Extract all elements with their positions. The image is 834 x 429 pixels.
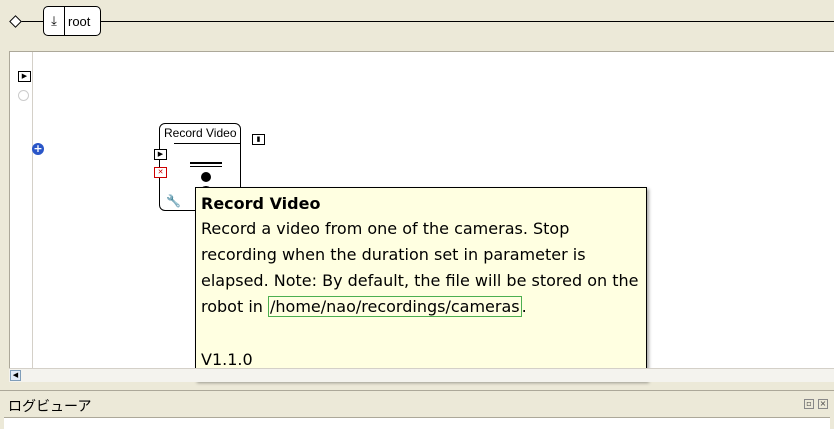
- path-bar: ⤓ root: [0, 0, 834, 46]
- download-arrow-icon: ⤓: [44, 7, 65, 35]
- breadcrumb-root[interactable]: ⤓ root: [43, 6, 101, 36]
- tooltip-title: Record Video: [201, 194, 321, 213]
- box-start-input-icon[interactable]: ▶: [154, 149, 167, 160]
- close-panel-icon[interactable]: ×: [818, 399, 828, 409]
- path-line: [18, 21, 834, 22]
- root-diamond-icon[interactable]: [9, 15, 22, 28]
- breadcrumb-root-label: root: [68, 13, 91, 29]
- log-panel-title: ログビューア: [8, 398, 92, 414]
- log-content: [4, 417, 830, 429]
- box-title-separator: [174, 143, 240, 144]
- box-output-icon[interactable]: ▮: [252, 134, 265, 145]
- start-input-icon[interactable]: ▶: [18, 71, 31, 82]
- wrench-icon[interactable]: 🔧: [166, 194, 181, 208]
- box-tooltip: Record Video Record a video from one of …: [195, 187, 647, 381]
- box-title: Record Video: [164, 126, 237, 140]
- log-viewer-panel: ログビューア ▫ ×: [0, 390, 834, 429]
- horizontal-scrollbar[interactable]: ◀: [9, 368, 834, 382]
- tooltip-path: /home/nao/recordings/cameras: [268, 296, 522, 317]
- tooltip-version: V1.1.0: [201, 350, 253, 369]
- scroll-left-arrow-icon[interactable]: ◀: [10, 370, 21, 381]
- tooltip-description: Record a video from one of the cameras. …: [201, 216, 640, 320]
- float-panel-icon[interactable]: ▫: [804, 399, 814, 409]
- box-stop-input-icon[interactable]: ✕: [154, 167, 167, 178]
- input-lane-divider: [32, 52, 33, 368]
- ghost-port-icon: [18, 90, 29, 101]
- tooltip-body-end: .: [521, 297, 527, 316]
- add-input-icon[interactable]: +: [32, 143, 44, 155]
